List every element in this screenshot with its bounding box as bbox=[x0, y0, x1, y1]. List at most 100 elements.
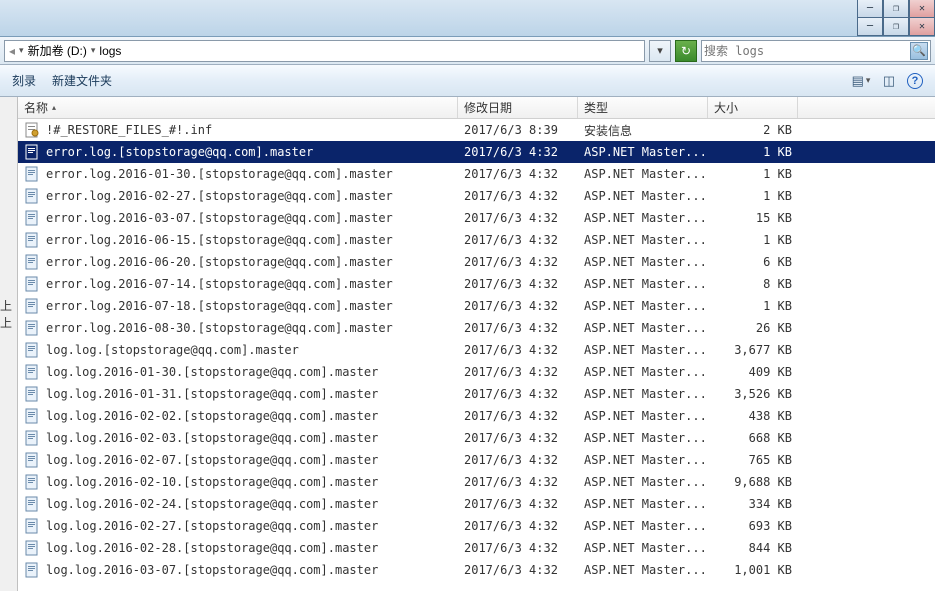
close-button[interactable]: ✕ bbox=[909, 0, 935, 18]
master-file-icon bbox=[24, 232, 40, 248]
file-row[interactable]: error.log.2016-07-14.[stopstorage@qq.com… bbox=[18, 273, 935, 295]
file-row[interactable]: error.log.2016-07-18.[stopstorage@qq.com… bbox=[18, 295, 935, 317]
file-type-cell: ASP.NET Master... bbox=[578, 207, 708, 229]
file-name-text: log.log.[stopstorage@qq.com].master bbox=[46, 343, 299, 357]
file-date-cell: 2017/6/3 4:32 bbox=[458, 207, 578, 229]
file-name-cell: log.log.2016-02-28.[stopstorage@qq.com].… bbox=[18, 537, 458, 559]
file-size-cell: 1 KB bbox=[708, 295, 798, 317]
file-date-cell: 2017/6/3 4:32 bbox=[458, 185, 578, 207]
restore-button[interactable]: ❐ bbox=[883, 0, 909, 18]
preview-pane-button[interactable]: ◫ bbox=[879, 71, 899, 91]
file-name-text: error.log.2016-03-07.[stopstorage@qq.com… bbox=[46, 211, 393, 225]
column-header-date[interactable]: 修改日期 bbox=[458, 97, 578, 118]
inner-close-button[interactable]: ✕ bbox=[909, 18, 935, 36]
breadcrumb-segment-drive[interactable]: 新加卷 (D:) bbox=[28, 42, 87, 59]
window-controls-inner: ─ ❐ ✕ bbox=[857, 18, 935, 36]
file-row[interactable]: log.log.2016-02-27.[stopstorage@qq.com].… bbox=[18, 515, 935, 537]
search-icon[interactable]: 🔍 bbox=[910, 42, 928, 60]
help-button[interactable]: ? bbox=[907, 73, 923, 89]
file-row[interactable]: error.log.2016-01-30.[stopstorage@qq.com… bbox=[18, 163, 935, 185]
file-type-cell: ASP.NET Master... bbox=[578, 383, 708, 405]
file-date-cell: 2017/6/3 4:32 bbox=[458, 163, 578, 185]
file-date-cell: 2017/6/3 4:32 bbox=[458, 339, 578, 361]
file-date-cell: 2017/6/3 4:32 bbox=[458, 361, 578, 383]
file-list[interactable]: 名称 ▴ 修改日期 类型 大小 !#_RESTORE_FILES_#!.inf 2… bbox=[18, 97, 935, 591]
view-options-button[interactable]: ▤▾ bbox=[851, 71, 871, 91]
file-name-text: !#_RESTORE_FILES_#!.inf bbox=[46, 123, 212, 137]
search-box[interactable]: 🔍 bbox=[701, 40, 931, 62]
new-folder-button[interactable]: 新建文件夹 bbox=[52, 72, 112, 89]
inner-minimize-button[interactable]: ─ bbox=[857, 18, 883, 36]
file-type-cell: ASP.NET Master... bbox=[578, 317, 708, 339]
burn-button[interactable]: 刻录 bbox=[12, 72, 36, 89]
address-bar: ◂ ▾ 新加卷 (D:) ▾ logs ▾ ↻ 🔍 bbox=[0, 37, 935, 65]
breadcrumb[interactable]: ◂ ▾ 新加卷 (D:) ▾ logs bbox=[4, 40, 645, 62]
refresh-button[interactable]: ↻ bbox=[675, 40, 697, 62]
master-file-icon bbox=[24, 342, 40, 358]
file-row[interactable]: error.log.2016-02-27.[stopstorage@qq.com… bbox=[18, 185, 935, 207]
file-name-text: error.log.2016-06-20.[stopstorage@qq.com… bbox=[46, 255, 393, 269]
column-header-row: 名称 ▴ 修改日期 类型 大小 bbox=[18, 97, 935, 119]
file-date-cell: 2017/6/3 8:39 bbox=[458, 119, 578, 141]
file-type-cell: ASP.NET Master... bbox=[578, 273, 708, 295]
file-type-cell: ASP.NET Master... bbox=[578, 141, 708, 163]
file-row[interactable]: error.log.[stopstorage@qq.com].master201… bbox=[18, 141, 935, 163]
file-row[interactable]: error.log.2016-06-20.[stopstorage@qq.com… bbox=[18, 251, 935, 273]
inner-restore-button[interactable]: ❐ bbox=[883, 18, 909, 36]
file-date-cell: 2017/6/3 4:32 bbox=[458, 273, 578, 295]
column-header-type[interactable]: 类型 bbox=[578, 97, 708, 118]
file-size-cell: 1 KB bbox=[708, 141, 798, 163]
file-row[interactable]: log.log.[stopstorage@qq.com].master 2017/… bbox=[18, 339, 935, 361]
column-header-name[interactable]: 名称 ▴ bbox=[18, 97, 458, 118]
file-name-text: log.log.2016-01-31.[stopstorage@qq.com].… bbox=[46, 387, 378, 401]
file-row[interactable]: error.log.2016-06-15.[stopstorage@qq.com… bbox=[18, 229, 935, 251]
file-date-cell: 2017/6/3 4:32 bbox=[458, 383, 578, 405]
file-row[interactable]: error.log.2016-08-30.[stopstorage@qq.com… bbox=[18, 317, 935, 339]
breadcrumb-dropdown-button[interactable]: ▾ bbox=[649, 40, 671, 62]
file-name-text: log.log.2016-02-03.[stopstorage@qq.com].… bbox=[46, 431, 378, 445]
file-type-cell: ASP.NET Master... bbox=[578, 185, 708, 207]
file-row[interactable]: log.log.2016-01-30.[stopstorage@qq.com].… bbox=[18, 361, 935, 383]
file-size-cell: 6 KB bbox=[708, 251, 798, 273]
file-row[interactable]: log.log.2016-02-03.[stopstorage@qq.com].… bbox=[18, 427, 935, 449]
file-row[interactable]: log.log.2016-02-10.[stopstorage@qq.com].… bbox=[18, 471, 935, 493]
file-name-text: error.log.2016-01-30.[stopstorage@qq.com… bbox=[46, 167, 393, 181]
file-name-text: log.log.2016-02-27.[stopstorage@qq.com].… bbox=[46, 519, 378, 533]
minimize-button[interactable]: ─ bbox=[857, 0, 883, 18]
file-name-cell: log.log.2016-03-07.[stopstorage@qq.com].… bbox=[18, 559, 458, 581]
search-input[interactable] bbox=[704, 44, 910, 58]
master-file-icon bbox=[24, 496, 40, 512]
file-row[interactable]: log.log.2016-01-31.[stopstorage@qq.com].… bbox=[18, 383, 935, 405]
file-row[interactable]: error.log.2016-03-07.[stopstorage@qq.com… bbox=[18, 207, 935, 229]
file-type-cell: ASP.NET Master... bbox=[578, 449, 708, 471]
file-row[interactable]: log.log.2016-03-07.[stopstorage@qq.com].… bbox=[18, 559, 935, 581]
file-date-cell: 2017/6/3 4:32 bbox=[458, 515, 578, 537]
file-size-cell: 334 KB bbox=[708, 493, 798, 515]
file-size-cell: 1 KB bbox=[708, 229, 798, 251]
file-row[interactable]: log.log.2016-02-02.[stopstorage@qq.com].… bbox=[18, 405, 935, 427]
file-row[interactable]: log.log.2016-02-24.[stopstorage@qq.com].… bbox=[18, 493, 935, 515]
file-row[interactable]: !#_RESTORE_FILES_#!.inf2017/6/3 8:39安装信息… bbox=[18, 119, 935, 141]
file-type-cell: ASP.NET Master... bbox=[578, 163, 708, 185]
file-size-cell: 8 KB bbox=[708, 273, 798, 295]
breadcrumb-back-icon[interactable]: ◂ bbox=[9, 44, 15, 58]
file-name-cell: log.log.2016-02-24.[stopstorage@qq.com].… bbox=[18, 493, 458, 515]
file-name-cell: log.log.2016-02-03.[stopstorage@qq.com].… bbox=[18, 427, 458, 449]
file-type-cell: ASP.NET Master... bbox=[578, 493, 708, 515]
file-size-cell: 26 KB bbox=[708, 317, 798, 339]
file-name-cell: error.log.2016-02-27.[stopstorage@qq.com… bbox=[18, 185, 458, 207]
column-header-size[interactable]: 大小 bbox=[708, 97, 798, 118]
burn-label: 刻录 bbox=[12, 72, 36, 89]
file-date-cell: 2017/6/3 4:32 bbox=[458, 295, 578, 317]
file-name-cell: error.log.2016-07-14.[stopstorage@qq.com… bbox=[18, 273, 458, 295]
file-date-cell: 2017/6/3 4:32 bbox=[458, 559, 578, 581]
file-name-cell: log.log.[stopstorage@qq.com].master bbox=[18, 339, 458, 361]
toolbar: 刻录 新建文件夹 ▤▾ ◫ ? bbox=[0, 65, 935, 97]
inf-file-icon bbox=[24, 122, 40, 138]
file-row[interactable]: log.log.2016-02-07.[stopstorage@qq.com].… bbox=[18, 449, 935, 471]
breadcrumb-segment-folder[interactable]: logs bbox=[99, 44, 121, 58]
file-name-text: log.log.2016-02-28.[stopstorage@qq.com].… bbox=[46, 541, 378, 555]
master-file-icon bbox=[24, 364, 40, 380]
file-date-cell: 2017/6/3 4:32 bbox=[458, 427, 578, 449]
file-row[interactable]: log.log.2016-02-28.[stopstorage@qq.com].… bbox=[18, 537, 935, 559]
